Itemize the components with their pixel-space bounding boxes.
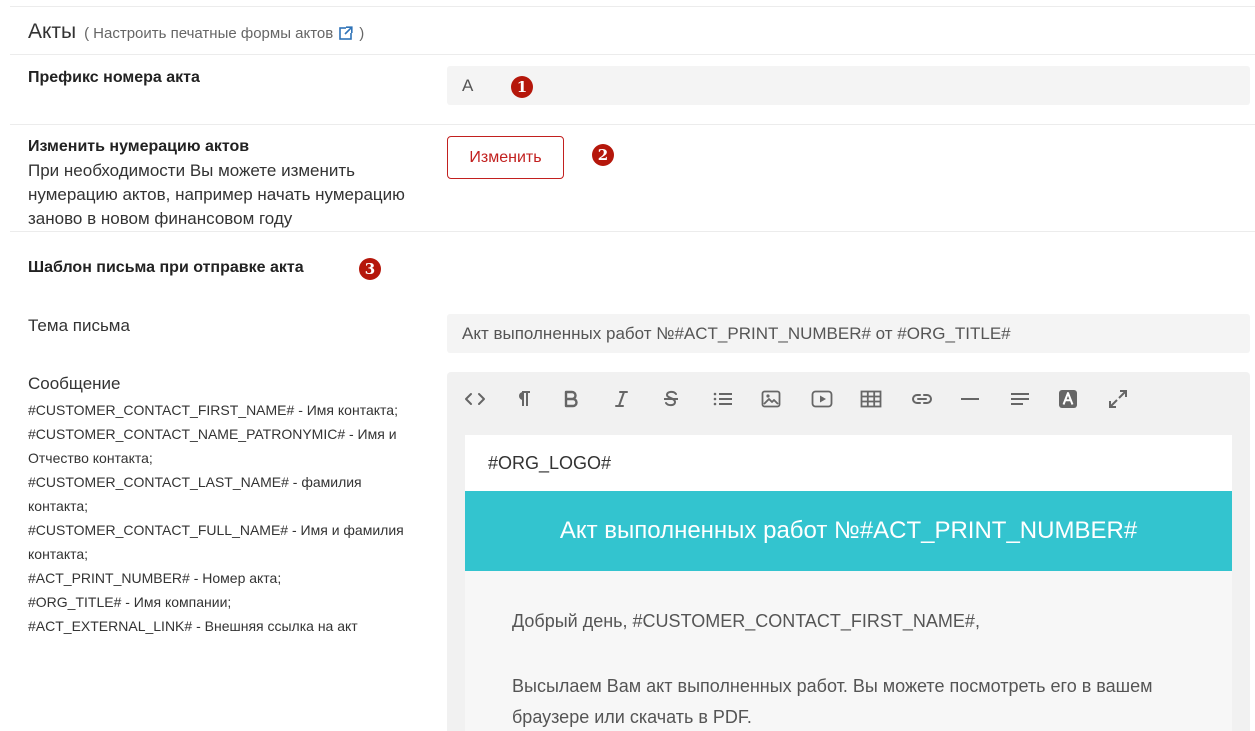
- email-template-label: Шаблон письма при отправке акта: [28, 259, 304, 276]
- strikethrough-icon[interactable]: [662, 383, 712, 415]
- prefix-input[interactable]: А: [447, 66, 1250, 105]
- numbering-description: При необходимости Вы можете изменить нум…: [28, 161, 405, 228]
- variable-item: #ACT_PRINT_NUMBER# - Номер акта;: [28, 570, 282, 586]
- variable-item: #ORG_TITLE# - Имя компании;: [28, 594, 232, 610]
- email-banner: Акт выполненных работ №#ACT_PRINT_NUMBER…: [465, 491, 1232, 571]
- subject-label: Тема письма: [28, 316, 130, 335]
- print-forms-link-wrap: ( Настроить печатные формы актов ): [84, 24, 364, 42]
- italic-icon[interactable]: [613, 383, 663, 415]
- list-icon[interactable]: [712, 383, 762, 415]
- paren-open: (: [84, 25, 90, 42]
- row-divider: [10, 54, 1255, 55]
- print-forms-link[interactable]: Настроить печатные формы актов: [93, 25, 333, 42]
- video-icon[interactable]: [811, 383, 861, 415]
- prefix-label: Префикс номера акта: [28, 69, 200, 86]
- email-paragraph: Высылаем Вам акт выполненных работ. Вы м…: [512, 676, 1153, 727]
- numbering-label: Изменить нумерацию актов: [28, 138, 250, 155]
- prefix-value: А: [462, 75, 474, 95]
- external-link-icon[interactable]: [339, 26, 354, 40]
- template-variables-list: #CUSTOMER_CONTACT_FIRST_NAME# - Имя конт…: [28, 398, 423, 638]
- subject-input[interactable]: Акт выполненных работ №#ACT_PRINT_NUMBER…: [447, 314, 1250, 353]
- fullscreen-icon[interactable]: [1108, 383, 1158, 415]
- variable-item: #CUSTOMER_CONTACT_LAST_NAME# - фамилия к…: [28, 474, 362, 514]
- row-divider: [10, 124, 1255, 125]
- table-icon[interactable]: [860, 383, 910, 415]
- editor-toolbar: [447, 372, 1250, 426]
- variable-item: #CUSTOMER_CONTACT_NAME_PATRONYMIC# - Имя…: [28, 426, 397, 466]
- paragraph-icon[interactable]: [514, 383, 564, 415]
- subject-value: Акт выполненных работ №#ACT_PRINT_NUMBER…: [462, 323, 1011, 343]
- code-view-icon[interactable]: [464, 383, 514, 415]
- email-greeting: Добрый день, #CUSTOMER_CONTACT_FIRST_NAM…: [512, 611, 980, 631]
- editor-content[interactable]: #ORG_LOGO# Акт выполненных работ №#ACT_P…: [465, 435, 1232, 731]
- variable-item: #CUSTOMER_CONTACT_FULL_NAME# - Имя и фам…: [28, 522, 404, 562]
- org-logo-placeholder: #ORG_LOGO#: [488, 453, 612, 473]
- bold-icon[interactable]: [563, 383, 613, 415]
- section-title: Акты: [28, 20, 77, 43]
- message-label: Сообщение: [28, 374, 121, 393]
- image-icon[interactable]: [761, 383, 811, 415]
- email-body: Добрый день, #CUSTOMER_CONTACT_FIRST_NAM…: [465, 571, 1232, 731]
- align-icon[interactable]: [1009, 383, 1059, 415]
- step-badge-2: 2: [592, 144, 614, 166]
- link-icon[interactable]: [910, 383, 960, 415]
- step-badge-3: 3: [359, 258, 381, 280]
- text-color-icon[interactable]: [1058, 383, 1108, 415]
- paren-close: ): [359, 25, 365, 42]
- horizontal-rule-icon[interactable]: [959, 383, 1009, 415]
- section-header: Акты ( Настроить печатные формы актов ): [28, 20, 364, 44]
- change-numbering-button[interactable]: Изменить: [447, 136, 564, 179]
- variable-item: #CUSTOMER_CONTACT_FIRST_NAME# - Имя конт…: [28, 402, 398, 418]
- row-divider: [10, 231, 1255, 232]
- banner-title: Акт выполненных работ №#ACT_PRINT_NUMBER…: [559, 517, 1138, 544]
- top-divider: [10, 6, 1255, 7]
- step-badge-1: 1: [511, 76, 533, 98]
- message-editor: #ORG_LOGO# Акт выполненных работ №#ACT_P…: [447, 372, 1250, 731]
- variable-item: #ACT_EXTERNAL_LINK# - Внешняя ссылка на …: [28, 618, 358, 634]
